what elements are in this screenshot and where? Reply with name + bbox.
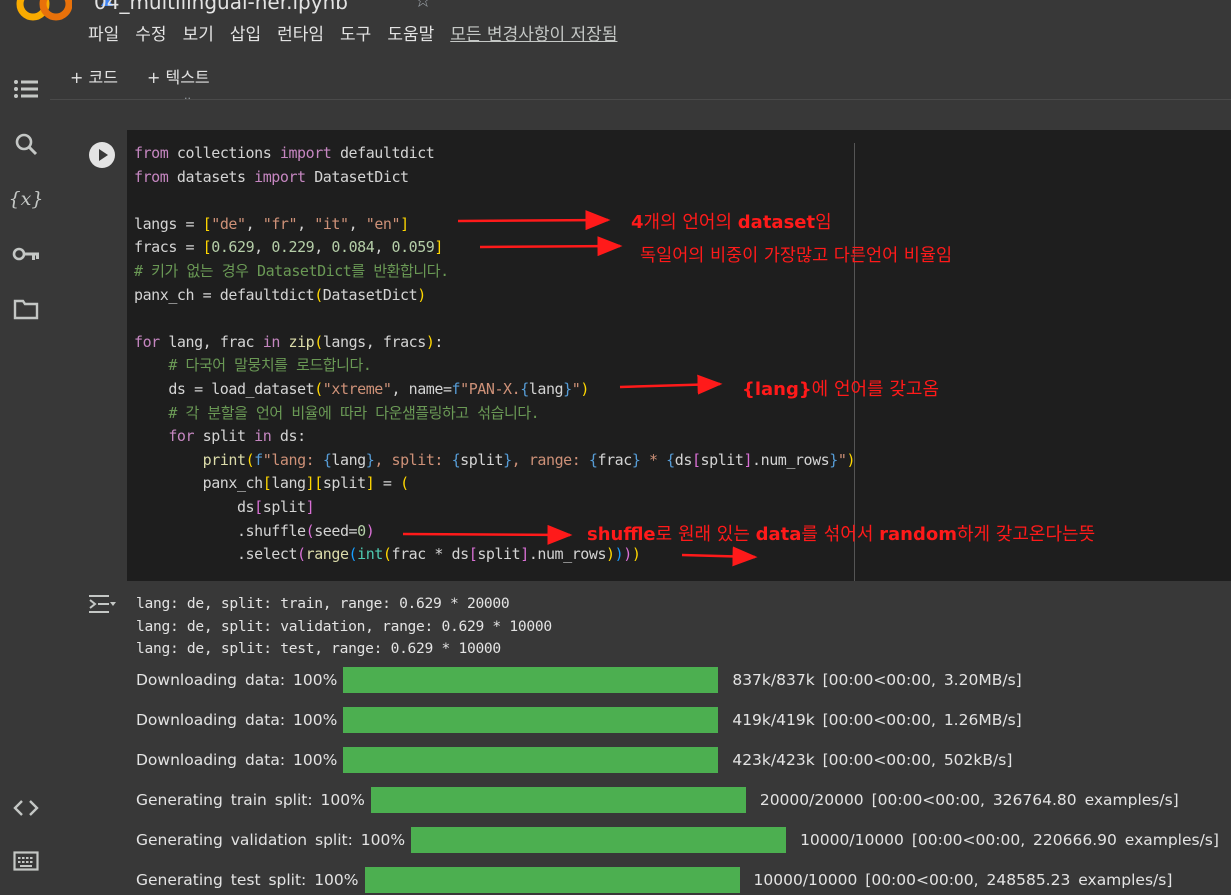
table-of-contents-icon[interactable] <box>11 74 41 104</box>
progress-bar <box>343 667 719 693</box>
code-snippets-icon[interactable] <box>11 793 41 823</box>
output-menu-icon[interactable] <box>87 592 117 616</box>
menu-insert[interactable]: 삽입 <box>230 22 261 48</box>
annotation-shuffle: shuffle로 원래 있는 data를 섞어서 random하게 갖고온다는뜻 <box>587 524 1096 545</box>
run-gutter <box>77 130 127 581</box>
add-text-button[interactable]: + 텍스트 <box>147 64 210 88</box>
menu-help[interactable]: 도움말 <box>387 22 434 48</box>
progress-label: Generating test split: 100% <box>136 871 359 889</box>
header: 04_multilingual-ner.ipynb ☆ 파일 수정 보기 삽입 … <box>0 0 1231 60</box>
progress-bar <box>343 707 719 733</box>
progress-row: Generating train split: 100% 20000/20000… <box>136 787 1179 813</box>
progress-row: Downloading data: 100% 419k/419k [00:00<… <box>136 707 1022 733</box>
menu-edit[interactable]: 수정 <box>135 22 166 48</box>
progress-bar <box>411 827 787 853</box>
progress-stats: 20000/20000 [00:00<00:00, 326764.80 exam… <box>759 791 1179 809</box>
log-line: lang: de, split: validation, range: 0.62… <box>136 617 552 635</box>
progress-stats: 837k/837k [00:00<00:00, 3.20MB/s] <box>732 671 1022 689</box>
progress-row: Downloading data: 100% 837k/837k [00:00<… <box>136 667 1022 693</box>
annotation-lang-var: {lang}에 언어를 갖고옴 <box>742 379 940 400</box>
output-log: lang: de, split: train, range: 0.629 * 2… <box>136 593 552 661</box>
progress-stats: 419k/419k [00:00<00:00, 1.26MB/s] <box>732 711 1022 729</box>
progress-label: Generating validation split: 100% <box>136 831 406 849</box>
star-icon[interactable]: ☆ <box>414 0 432 12</box>
annotation-fracs: 독일어의 비중이 가장많고 다른언어 비율임 <box>640 246 953 266</box>
progress-bar <box>364 867 740 893</box>
save-status-link[interactable]: 모든 변경사항이 저장됨 <box>450 22 617 48</box>
run-cell-button[interactable] <box>89 142 115 168</box>
progress-stats: 10000/10000 [00:00<00:00, 248585.23 exam… <box>753 871 1173 889</box>
log-line: lang: de, split: test, range: 0.629 * 10… <box>136 640 501 657</box>
progress-stats: 10000/10000 [00:00<00:00, 220666.90 exam… <box>800 831 1219 849</box>
menu-tools[interactable]: 도구 <box>340 22 371 48</box>
progress-bar <box>343 747 719 773</box>
notebook-toolbar: + 코드 + 텍스트 ·· <box>50 60 1231 105</box>
progress-label: Downloading data: 100% <box>136 671 338 689</box>
left-sidebar: {x} <box>0 60 50 895</box>
search-icon[interactable] <box>11 129 41 159</box>
progress-row: Generating test split: 100% 10000/10000 … <box>136 867 1172 893</box>
progress-stats: 423k/423k [00:00<00:00, 502kB/s] <box>732 751 1013 769</box>
progress-bar <box>370 787 746 813</box>
menu-bar: 파일 수정 보기 삽입 런타임 도구 도움말 모든 변경사항이 저장됨 <box>88 22 633 48</box>
collapsed-output-marker: ·· <box>184 92 191 105</box>
menu-file[interactable]: 파일 <box>88 22 119 48</box>
progress-label: Downloading data: 100% <box>136 711 338 729</box>
progress-label: Downloading data: 100% <box>136 751 338 769</box>
secrets-key-icon[interactable] <box>11 239 41 269</box>
notebook-title[interactable]: 04_multilingual-ner.ipynb <box>94 0 348 14</box>
progress-row: Downloading data: 100% 423k/423k [00:00<… <box>136 747 1012 773</box>
files-folder-icon[interactable] <box>11 294 41 324</box>
annotation-langs: 4개의 언어의 dataset임 <box>631 212 832 233</box>
progress-label: Generating train split: 100% <box>136 791 365 809</box>
play-icon <box>99 149 108 161</box>
menu-runtime[interactable]: 런타임 <box>277 22 324 48</box>
terminal-icon[interactable] <box>11 846 41 876</box>
log-line: lang: de, split: train, range: 0.629 * 2… <box>136 595 510 612</box>
variables-icon[interactable]: {x} <box>9 184 44 214</box>
menu-view[interactable]: 보기 <box>183 22 214 48</box>
add-code-button[interactable]: + 코드 <box>70 64 118 88</box>
colab-logo[interactable] <box>16 0 72 22</box>
code-text[interactable]: from collections import defaultdict from… <box>134 142 855 567</box>
progress-row: Generating validation split: 100% 10000/… <box>136 827 1219 853</box>
